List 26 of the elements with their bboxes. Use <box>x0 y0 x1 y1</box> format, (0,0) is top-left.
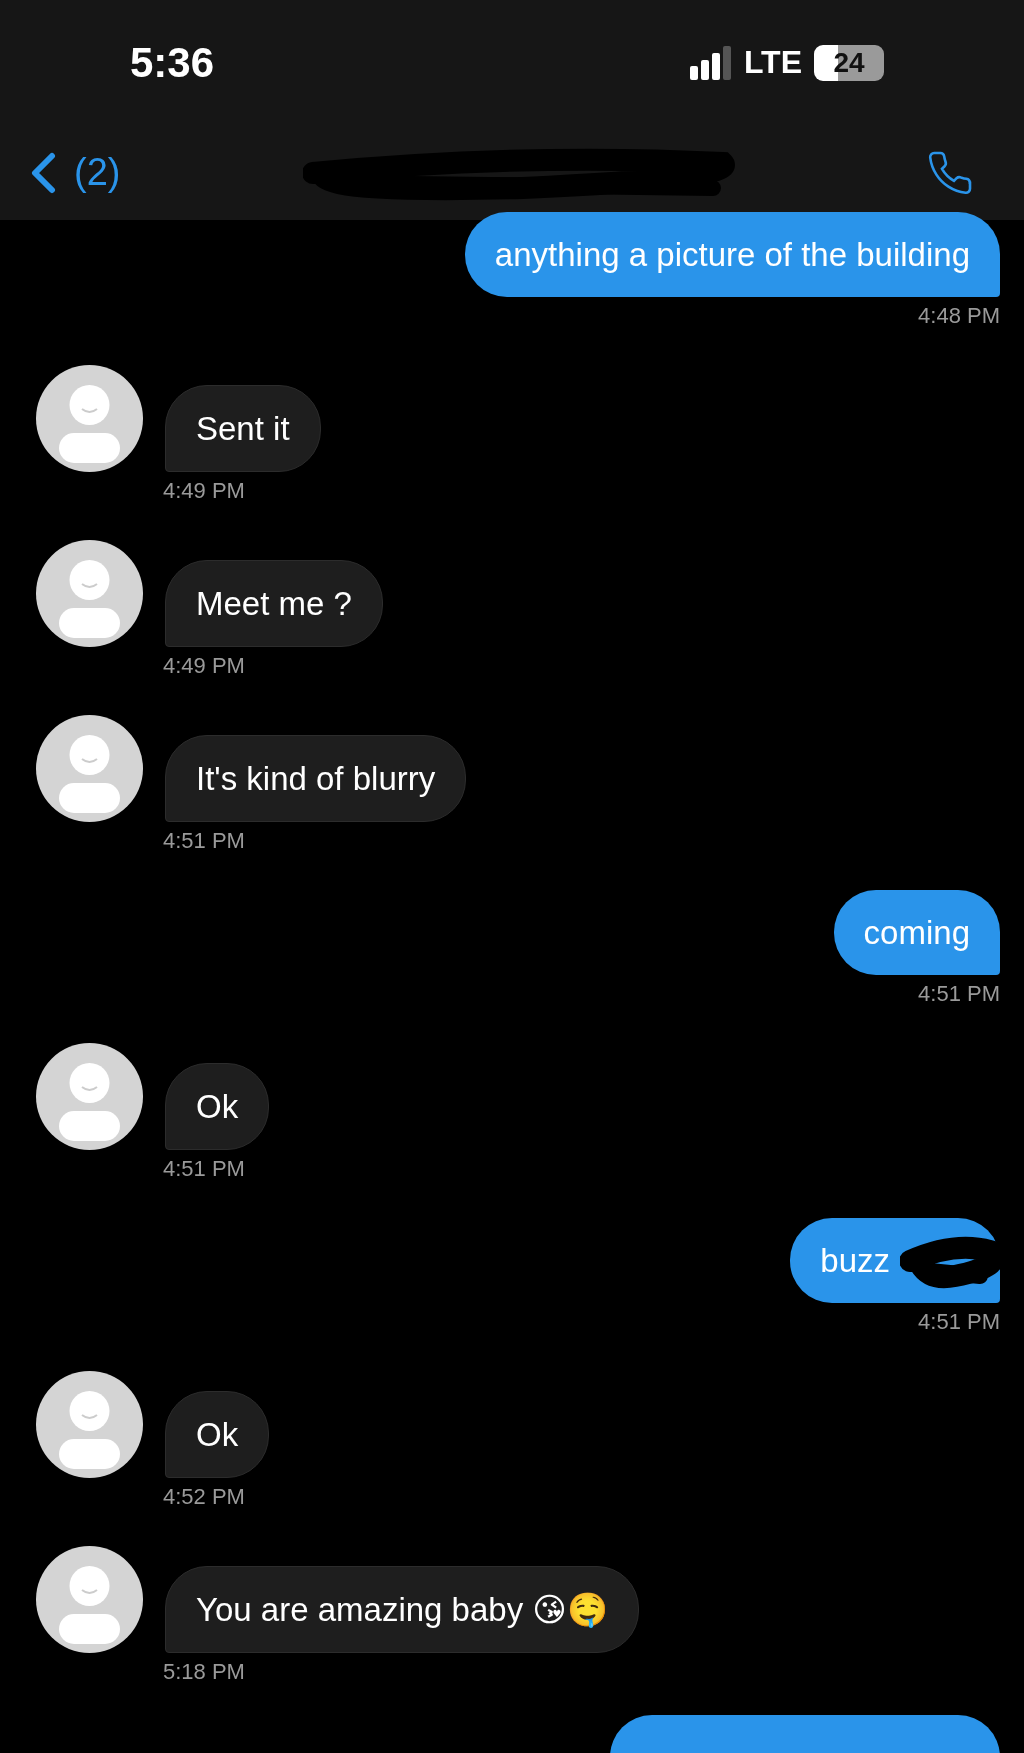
message-time: 5:18 PM <box>163 1659 246 1685</box>
avatar-icon[interactable] <box>36 1546 143 1653</box>
message-bubble[interactable]: You are amazing baby 😘🤤 <box>165 1566 639 1653</box>
message-time: 4:52 PM <box>163 1484 246 1510</box>
message-bubble[interactable]: Ok <box>165 1391 270 1478</box>
avatar-icon[interactable] <box>36 1043 143 1150</box>
message-time: 4:49 PM <box>163 478 246 504</box>
message-time: 4:49 PM <box>163 653 246 679</box>
message-time: 4:51 PM <box>163 828 246 854</box>
avatar-icon[interactable] <box>36 715 143 822</box>
message-time: 4:51 PM <box>918 1309 1000 1335</box>
message-bubble[interactable]: Meet me ? <box>165 560 383 647</box>
signal-icon <box>689 45 732 80</box>
message-bubble[interactable]: Ok <box>165 1063 270 1150</box>
back-count[interactable]: (2) <box>74 151 121 194</box>
message-bubble[interactable]: Sent it <box>165 385 321 472</box>
message-time: 4:48 PM <box>918 303 1000 329</box>
avatar-icon[interactable] <box>36 540 143 647</box>
message-bubble[interactable]: It's kind of blurry <box>165 735 467 822</box>
back-icon[interactable] <box>30 151 56 194</box>
network-label: LTE <box>743 44 802 81</box>
status-time: 5:36 <box>130 38 215 87</box>
message-time: 4:51 PM <box>163 1156 246 1182</box>
avatar-icon[interactable] <box>36 1371 143 1478</box>
avatar-icon[interactable] <box>36 365 143 472</box>
message-time: 4:51 PM <box>918 981 1000 1007</box>
